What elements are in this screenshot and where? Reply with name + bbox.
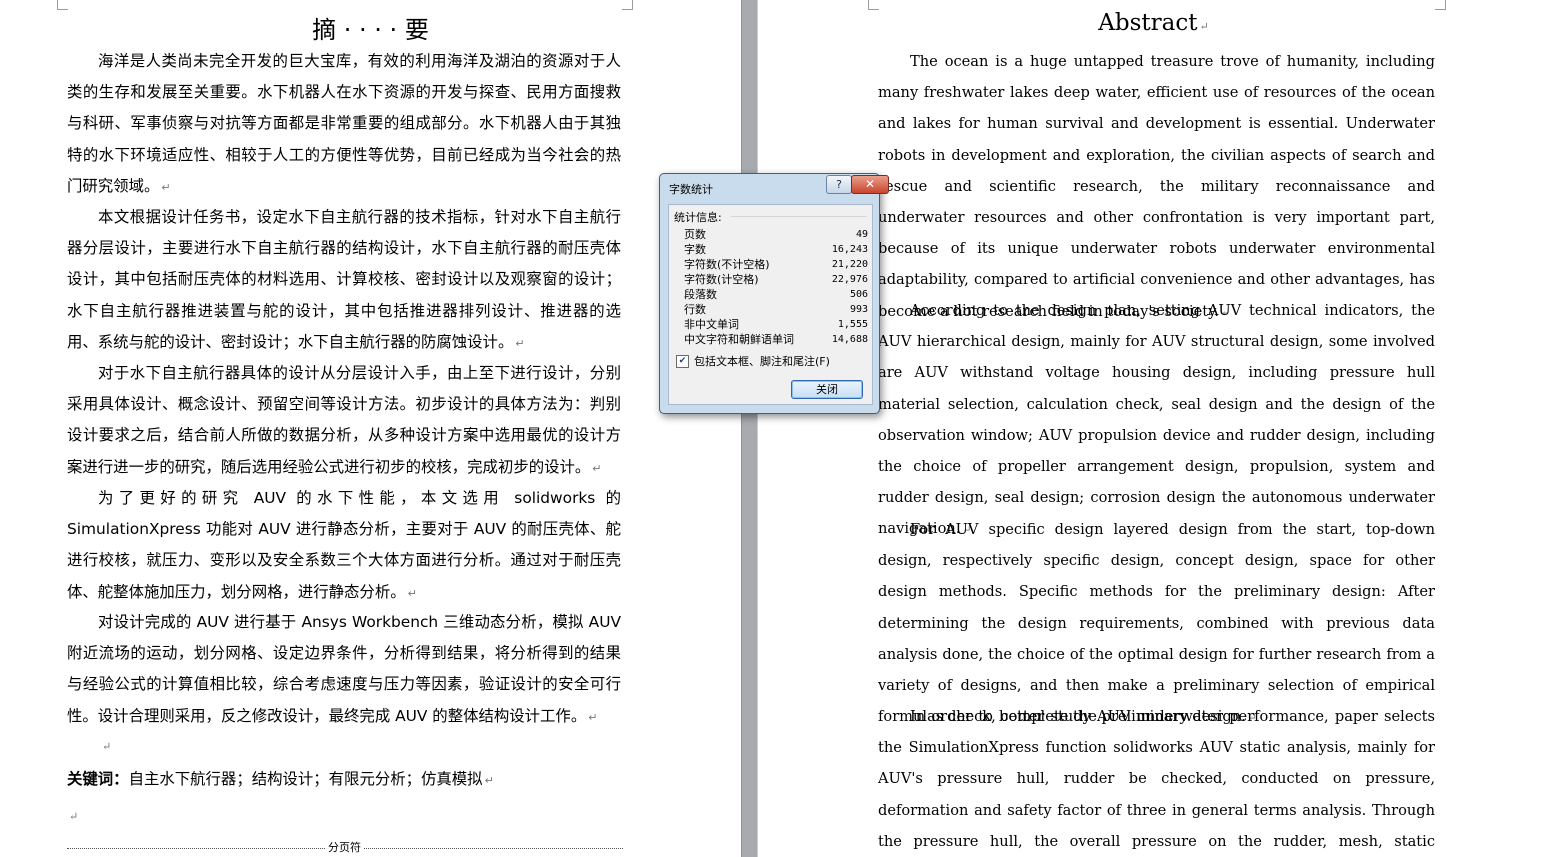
page-corner-mark <box>868 0 879 10</box>
include-textboxes-label[interactable]: 包括文本框、脚注和尾注(F) <box>694 353 830 369</box>
include-textboxes-checkbox-row[interactable]: ✔ 包括文本框、脚注和尾注(F) <box>676 353 830 369</box>
statistics-table: 页数 49 字数 16,243 字符数(不计空格) 21,220 字符数(计空格) 22… <box>684 227 868 347</box>
include-textboxes-checkbox[interactable]: ✔ <box>676 354 689 368</box>
keywords-line[interactable]: 关键词：自主水下航行器；结构设计；有限元分析；仿真模拟 ↵ <box>67 764 494 796</box>
stat-row: 段落数 506 <box>684 288 868 301</box>
chinese-paragraph-5[interactable]: 对设计完成的 AUV 进行基于 Ansys Workbench 三维动态分析，模… <box>67 607 621 733</box>
stat-row: 字数 16,243 <box>684 243 868 256</box>
close-icon[interactable]: ✕ <box>851 175 889 194</box>
right-document-page[interactable]: Abstract ↵ The ocean is a huge untapped t… <box>758 0 1549 857</box>
chinese-abstract-title: 摘 · · · · 要 <box>312 16 429 44</box>
left-document-page[interactable]: 摘 · · · · 要 海洋是人类尚未完全开发的巨大宝库，有效的利用海洋及湖泊的… <box>0 0 741 857</box>
page-corner-mark <box>57 0 68 10</box>
page-break-label: 分页符 <box>326 839 363 855</box>
stat-row: 字符数(不计空格) 21,220 <box>684 258 868 271</box>
stat-row: 中文字符和朝鲜语单词 14,688 <box>684 333 868 346</box>
stat-row: 页数 49 <box>684 228 868 241</box>
chinese-paragraph-1[interactable]: 海洋是人类尚未完全开发的巨大宝库，有效的利用海洋及湖泊的资源对于人类的生存和发展… <box>67 46 621 203</box>
statistics-group-label: 统计信息: <box>674 211 722 224</box>
dialog-title: 字数统计 <box>669 183 713 196</box>
group-divider <box>731 216 867 217</box>
english-paragraph-2[interactable]: According to the design plan, setting AU… <box>878 295 1435 546</box>
keywords-text: 自主水下航行器；结构设计；有限元分析；仿真模拟 <box>128 770 483 788</box>
paragraph-mark: ↵ <box>102 740 112 753</box>
chinese-paragraph-2[interactable]: 本文根据设计任务书，设定水下自主航行器的技术指标，针对水下自主航行器分层设计，主… <box>67 202 621 359</box>
chinese-paragraph-3[interactable]: 对于水下自主航行器具体的设计从分层设计入手，由上至下进行设计，分别采用具体设计、… <box>67 358 621 484</box>
english-paragraph-4[interactable]: In order to better study AUV underwater … <box>878 701 1435 857</box>
page-gutter <box>741 0 758 857</box>
help-button[interactable]: ? <box>826 175 852 194</box>
word-count-dialog[interactable]: 字数统计 ? ✕ 统计信息: 页数 49 字数 16,243 字符数(不计空格) 21… <box>659 173 889 414</box>
paragraph-mark: ↵ <box>69 810 79 823</box>
close-button[interactable]: 关闭 <box>791 380 863 399</box>
dialog-body: 统计信息: 页数 49 字数 16,243 字符数(不计空格) 21,220 字符数(… <box>668 204 873 405</box>
stat-row: 字符数(计空格) 22,976 <box>684 273 868 286</box>
stat-row: 非中文单词 1,555 <box>684 318 868 331</box>
page-corner-mark <box>1435 0 1446 10</box>
english-abstract-title: Abstract ↵ <box>1098 10 1209 36</box>
page-corner-mark <box>622 0 633 10</box>
english-paragraph-1[interactable]: The ocean is a huge untapped treasure tr… <box>878 46 1435 328</box>
chinese-paragraph-4[interactable]: 为了更好的研究 AUV 的水下性能，本文选用 solidworks 的 Simu… <box>67 483 621 609</box>
stat-row: 行数 993 <box>684 303 868 316</box>
keywords-label: 关键词： <box>67 770 129 788</box>
